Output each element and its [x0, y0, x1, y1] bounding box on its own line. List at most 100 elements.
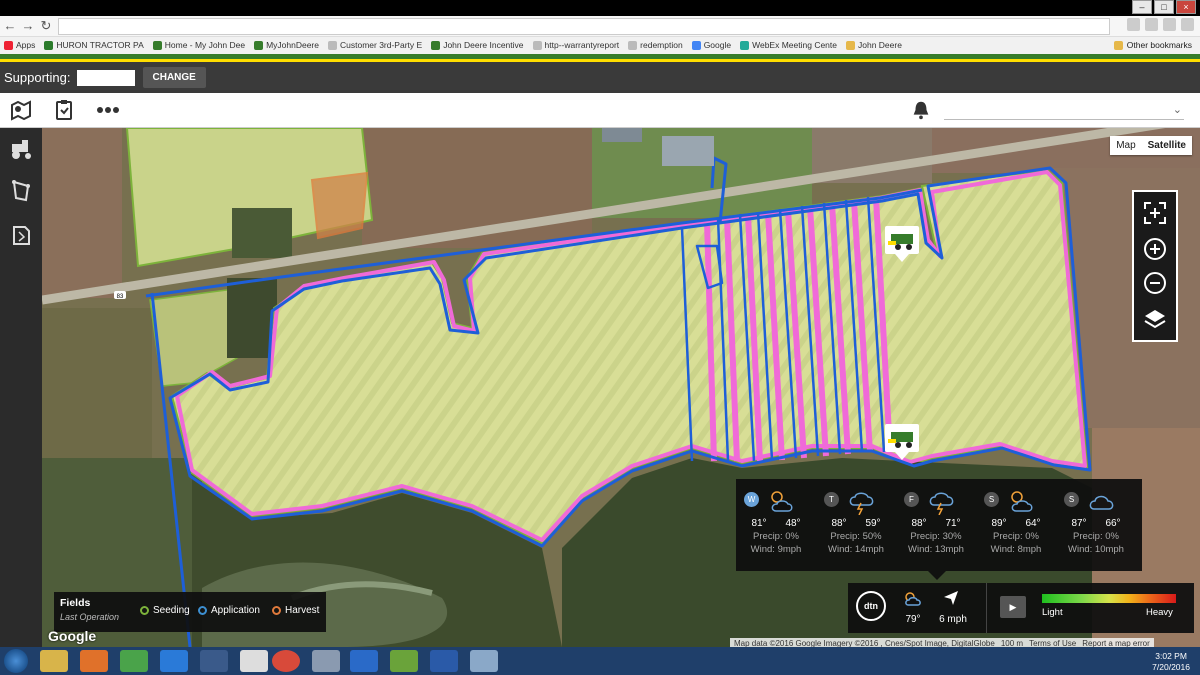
bookmark-item[interactable]: John Deere [846, 40, 902, 50]
address-bar-row: ← → ↻ [0, 16, 1200, 37]
terms-link[interactable]: Terms of Use [1029, 639, 1076, 647]
bookmark-icon [327, 40, 337, 50]
layers-icon[interactable] [1140, 304, 1170, 334]
address-input[interactable] [58, 18, 1110, 35]
chrome-icon[interactable] [272, 650, 300, 672]
outlook-icon[interactable] [350, 650, 378, 672]
close-window-button[interactable]: × [1176, 0, 1196, 14]
apps-icon [4, 40, 13, 50]
windows-start-icon[interactable] [4, 649, 28, 673]
menu-icon[interactable] [1181, 18, 1194, 31]
google-logo: Google [48, 628, 97, 644]
map-tool-icon[interactable] [9, 98, 33, 122]
explorer-icon[interactable] [40, 650, 68, 672]
app-icon[interactable] [390, 650, 418, 672]
bookmark-label: redemption [640, 40, 683, 50]
star-icon[interactable] [1145, 18, 1158, 31]
bookmark-item[interactable]: Customer 3rd-Party E [327, 40, 422, 50]
back-icon[interactable]: ← [2, 18, 18, 33]
forecast-wind: Wind: 10mph [1068, 544, 1124, 555]
media-player-icon[interactable] [80, 650, 108, 672]
tractor-icon[interactable] [8, 136, 34, 162]
legend-item-seeding[interactable]: Seeding [140, 605, 190, 616]
network-icon[interactable] [200, 650, 228, 672]
minimize-button[interactable]: – [1132, 0, 1152, 14]
forecast-temps: 89° 64° [976, 518, 1056, 529]
tools-icon[interactable] [312, 650, 340, 672]
bookmark-item[interactable]: redemption [628, 40, 683, 50]
legend-item-harvest[interactable]: Harvest [272, 605, 319, 616]
internet-explorer-icon[interactable] [160, 650, 188, 672]
forecast-wind: Wind: 13mph [908, 544, 964, 555]
extension-icon[interactable] [1127, 18, 1140, 31]
bookmark-item[interactable]: HURON TRACTOR PA [44, 40, 144, 50]
report-error-link[interactable]: Report a map error [1082, 639, 1150, 647]
fit-extent-icon[interactable] [1140, 198, 1170, 228]
map-type-toggle: Map Satellite [1110, 136, 1192, 155]
documents-icon[interactable] [8, 222, 34, 248]
bookmark-item[interactable]: Home - My John Dee [152, 40, 246, 50]
zoom-in-icon[interactable] [1140, 234, 1170, 264]
bookmark-label: Apps [16, 40, 36, 50]
partly-sunny-icon [1011, 491, 1033, 512]
extension-icon[interactable] [1163, 18, 1176, 31]
forecast-low: 64° [1025, 518, 1041, 529]
calculator-icon[interactable] [240, 650, 268, 672]
bookmark-item[interactable]: WebEx Meeting Cente [740, 40, 837, 50]
support-bar: Supporting: CHANGE [0, 62, 1200, 93]
forecast-low: 59° [865, 518, 881, 529]
bookmark-label: Home - My John Dee [164, 40, 246, 50]
precip-intensity-scale [1042, 594, 1176, 603]
legend-dot [140, 606, 149, 615]
map-attribution: Map data ©2016 Google Imagery ©2016 , Cn… [730, 638, 1154, 647]
bookmark-icon [628, 40, 638, 50]
forward-icon[interactable]: → [20, 18, 36, 33]
map-type-satellite[interactable]: Satellite [1142, 136, 1192, 155]
boundary-icon[interactable] [8, 178, 34, 204]
dtn-logo[interactable]: dtn [856, 591, 886, 621]
forecast-high: 88° [911, 518, 927, 529]
clipboard-icon[interactable] [52, 98, 76, 122]
bookmark-item[interactable]: http--warrantyreport [532, 40, 619, 50]
day-badge: S [984, 492, 999, 507]
bookmark-icon [532, 40, 542, 50]
thunderstorm-icon [929, 492, 954, 515]
play-radar-button[interactable]: ▶ [1000, 596, 1026, 618]
legend-label: Application [211, 605, 260, 616]
bookmark-item[interactable]: Apps [4, 40, 35, 50]
word-icon[interactable] [430, 650, 458, 672]
app-icon[interactable] [120, 650, 148, 672]
system-clock[interactable]: 3:02 PM 7/20/2016 [1152, 651, 1190, 673]
map-type-map[interactable]: Map [1110, 136, 1141, 155]
account-selector[interactable]: ⌄ [944, 102, 1184, 120]
more-icon[interactable] [96, 98, 120, 122]
legend-label: Harvest [285, 605, 320, 616]
bookmark-item[interactable]: MyJohnDeere [254, 40, 319, 50]
other-bookmarks[interactable]: Other bookmarks [1113, 40, 1192, 50]
forecast-wind: Wind: 14mph [828, 544, 884, 555]
map-view[interactable]: 83 Map Satellite W 81° 48° Precip: 0% Wi… [42, 128, 1200, 647]
map-controls [1132, 190, 1178, 342]
legend-dot [198, 606, 207, 615]
change-button[interactable]: CHANGE [142, 67, 206, 88]
maximize-button[interactable]: □ [1154, 0, 1174, 14]
fields-legend: Fields Last Operation Seeding Applicatio… [54, 592, 326, 632]
window-controls: – □ × [1132, 0, 1196, 14]
window-icon[interactable] [470, 650, 498, 672]
bookmark-item[interactable]: John Deere Incentive [431, 40, 524, 50]
legend-item-application[interactable]: Application [198, 605, 260, 616]
current-temperature: 79° [905, 614, 921, 625]
clock-time: 3:02 PM [1155, 651, 1187, 661]
left-rail [0, 128, 42, 647]
zoom-out-icon[interactable] [1140, 268, 1170, 298]
chevron-down-icon: ⌄ [1172, 104, 1182, 116]
bell-icon[interactable] [910, 99, 932, 121]
other-bookmarks-label: Other bookmarks [1126, 40, 1192, 50]
forecast-day: W 81° 48° Precip: 0% Wind: 9mph [736, 487, 816, 567]
weather-panel-pointer [928, 571, 946, 580]
forecast-high: 89° [991, 518, 1007, 529]
bookmark-item[interactable]: Google [691, 40, 731, 50]
scale-label: 100 m [1000, 639, 1024, 647]
folder-icon [1113, 40, 1123, 50]
reload-icon[interactable]: ↻ [38, 18, 54, 34]
